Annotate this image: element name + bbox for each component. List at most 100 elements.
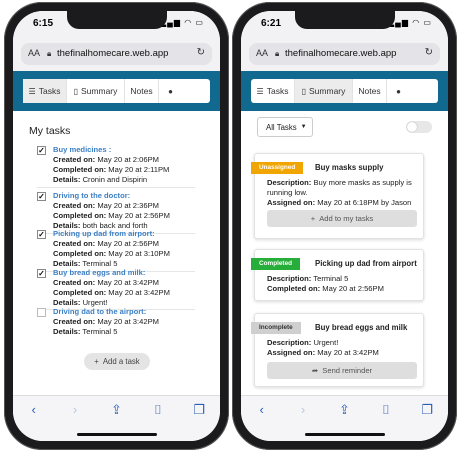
field-value: May 20 at 6:18PM by Jason	[317, 198, 412, 207]
task-title[interactable]: Buy bread eggs and milk:	[53, 268, 192, 278]
task-item: ✓ Buy medicines : Created on: May 20 at …	[37, 145, 192, 185]
phone-right-screen: 6:21 ▂▄▆ ◠ ▭ AA 🔒︎ thefinalhomecare.web.…	[241, 11, 448, 441]
tab-summary[interactable]: ▯ Summary	[295, 79, 353, 103]
back-icon[interactable]: ‹	[252, 402, 272, 417]
task-item: Driving dad to the airport: Created on: …	[37, 307, 192, 337]
caret-down-icon: ▼	[300, 124, 307, 130]
field-label: Created on:	[53, 155, 96, 164]
lock-icon: 🔒︎	[47, 49, 52, 58]
field-value: May 20 at 3:42PM	[108, 288, 170, 297]
field-label: Details:	[53, 298, 81, 307]
field-value: May 20 at 3:42PM	[317, 348, 379, 357]
text-size-button[interactable]: AA	[28, 48, 40, 58]
field-label: Created on:	[53, 278, 96, 287]
address-field[interactable]: AA 🔒︎ thefinalhomecare.web.app ↻	[21, 43, 212, 65]
field-value: May 20 at 2:56PM	[97, 239, 159, 248]
reload-icon[interactable]: ↻	[197, 47, 205, 58]
back-icon[interactable]: ‹	[24, 402, 44, 417]
field-label: Completed on:	[53, 288, 107, 297]
list-icon: ☰	[256, 86, 264, 96]
share-icon[interactable]: ⇪	[334, 402, 354, 418]
summary-content: All Tasks ▼ Unassigned Buy masks supply D…	[241, 111, 448, 395]
field-label: Details:	[53, 327, 81, 336]
tab-tasks[interactable]: ☰ Tasks	[23, 79, 67, 103]
notch	[294, 11, 395, 29]
tab-group: ☰ Tasks ▯ Summary Notes ●	[23, 79, 210, 103]
tab-group: ☰ Tasks ▯ Summary Notes ●	[251, 79, 438, 103]
forward-icon[interactable]: ›	[293, 402, 313, 417]
task-card: Completed Picking up dad from airport De…	[251, 249, 424, 301]
bookmarks-icon[interactable]: ⌷	[148, 402, 168, 418]
field-label: Created on:	[53, 239, 96, 248]
add-task-button[interactable]: + Add a task	[84, 353, 150, 370]
tabs-icon[interactable]: ❐	[189, 402, 209, 418]
bookmarks-icon[interactable]: ⌷	[376, 402, 396, 418]
task-checkbox[interactable]: ✓	[37, 192, 46, 201]
plus-icon: +	[94, 357, 99, 366]
field-value: May 20 at 3:42PM	[97, 317, 159, 326]
field-label: Details:	[53, 175, 81, 184]
field-label: Description:	[267, 274, 312, 283]
notch	[66, 11, 167, 29]
url-text: thefinalhomecare.web.app	[57, 48, 169, 59]
tab-tasks[interactable]: ☰ Tasks	[251, 79, 295, 103]
status-badge: Unassigned	[251, 162, 304, 174]
url-text: thefinalhomecare.web.app	[285, 48, 397, 59]
card-title: Buy masks supply	[315, 163, 384, 172]
url-bar: AA 🔒︎ thefinalhomecare.web.app ↻	[241, 37, 448, 71]
task-checkbox[interactable]: ✓	[37, 230, 46, 239]
url-bar: AA 🔒︎ thefinalhomecare.web.app ↻	[13, 37, 220, 71]
field-value: May 20 at 2:11PM	[108, 165, 170, 174]
field-label: Description:	[267, 178, 312, 187]
tasks-content: My tasks ✓ Buy medicines : Created on: M…	[13, 111, 220, 395]
screenshot-stage: 6:15 ▂▄▆ ◠ ▭ AA 🔒︎ thefinalhomecare.web.…	[0, 0, 460, 452]
status-time: 6:15	[33, 18, 54, 29]
card-title: Picking up dad from airport	[315, 259, 417, 268]
phone-left-screen: 6:15 ▂▄▆ ◠ ▭ AA 🔒︎ thefinalhomecare.web.…	[13, 11, 220, 441]
tab-notes[interactable]: Notes	[353, 79, 387, 103]
text-size-button[interactable]: AA	[256, 48, 268, 58]
clipboard-icon: ▯	[73, 86, 79, 96]
add-to-my-tasks-button[interactable]: + Add to my tasks	[267, 210, 417, 227]
task-item: ✓ Picking up dad from airport: Created o…	[37, 229, 192, 269]
task-title[interactable]: Driving to the doctor:	[53, 191, 192, 201]
task-title[interactable]: Driving dad to the airport:	[53, 307, 192, 317]
divider	[37, 187, 195, 188]
plus-icon: +	[310, 214, 316, 223]
phone-left: 6:15 ▂▄▆ ◠ ▭ AA 🔒︎ thefinalhomecare.web.…	[4, 2, 229, 450]
signal-wifi-battery-icon: ▂▄▆ ◠ ▭	[388, 18, 432, 27]
tab-tasks-label: Tasks	[38, 86, 61, 96]
field-label: Assigned on:	[267, 348, 316, 357]
address-field[interactable]: AA 🔒︎ thefinalhomecare.web.app ↻	[249, 43, 440, 65]
tab-summary[interactable]: ▯ Summary	[67, 79, 125, 103]
task-checkbox[interactable]	[37, 308, 46, 317]
app-nav-bar: ☰ Tasks ▯ Summary Notes ●	[241, 71, 448, 111]
tab-notes-label: Notes	[358, 86, 381, 96]
tab-profile[interactable]: ●	[159, 79, 185, 103]
share-icon[interactable]: ⇪	[106, 402, 126, 418]
field-value: Terminal 5	[82, 259, 118, 268]
tab-tasks-label: Tasks	[266, 86, 289, 96]
task-filter-select[interactable]: All Tasks ▼	[257, 117, 313, 137]
task-checkbox[interactable]: ✓	[37, 146, 46, 155]
task-checkbox[interactable]: ✓	[37, 269, 46, 278]
tabs-icon[interactable]: ❐	[417, 402, 437, 418]
tab-profile[interactable]: ●	[387, 79, 413, 103]
field-label: Completed on:	[53, 165, 107, 174]
tab-notes[interactable]: Notes	[125, 79, 159, 103]
user-icon: ●	[396, 86, 401, 96]
field-label: Assigned on:	[267, 198, 316, 207]
button-label: Add to my tasks	[319, 214, 374, 223]
field-value: May 20 at 2:36PM	[97, 201, 159, 210]
reload-icon[interactable]: ↻	[425, 47, 433, 58]
field-value: May 20 at 2:56PM	[322, 284, 384, 293]
view-toggle[interactable]	[406, 121, 432, 133]
field-value: May 20 at 2:56PM	[108, 211, 170, 220]
task-title[interactable]: Buy medicines :	[53, 145, 192, 155]
section-title: My tasks	[29, 125, 71, 137]
forward-icon[interactable]: ›	[65, 402, 85, 417]
field-value: May 20 at 3:10PM	[108, 249, 170, 258]
field-value: Terminal 5	[82, 327, 118, 336]
send-reminder-button[interactable]: ➦ Send reminder	[267, 362, 417, 379]
task-title[interactable]: Picking up dad from airport:	[53, 229, 192, 239]
